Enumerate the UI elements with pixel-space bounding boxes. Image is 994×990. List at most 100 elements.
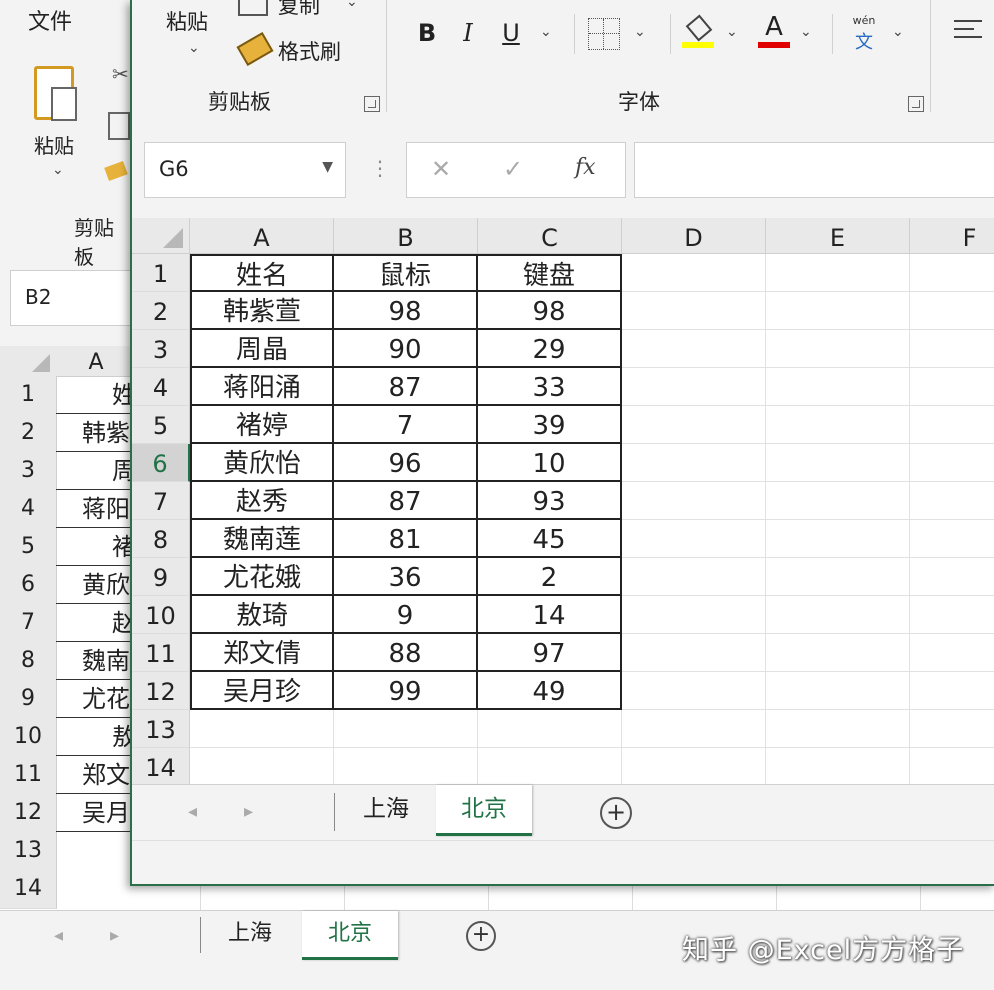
cell-b3[interactable]: 90: [334, 330, 478, 368]
column-header-a[interactable]: A: [190, 218, 334, 254]
cell-c2[interactable]: 98: [478, 292, 622, 330]
cell-a4[interactable]: 蒋阳: [56, 490, 136, 528]
cell-b2[interactable]: 98: [334, 292, 478, 330]
paste-icon[interactable]: [34, 66, 77, 121]
cell-e13[interactable]: [766, 710, 910, 748]
cell-f4[interactable]: [910, 368, 994, 406]
column-header-e[interactable]: E: [766, 218, 910, 254]
cell-b14[interactable]: [334, 748, 478, 786]
chevron-down-icon[interactable]: ⌄: [892, 24, 904, 40]
clipboard-launcher-icon[interactable]: [364, 96, 380, 112]
cell-a4[interactable]: 蒋阳涌: [190, 368, 334, 406]
cell-c4[interactable]: 33: [478, 368, 622, 406]
cell-a5[interactable]: 褚: [56, 528, 136, 566]
cell-e8[interactable]: [766, 520, 910, 558]
cell-c8[interactable]: 45: [478, 520, 622, 558]
cell-f8[interactable]: [910, 520, 994, 558]
cell-a11[interactable]: 郑文: [56, 756, 136, 794]
row-header-9[interactable]: 9: [0, 680, 57, 719]
cell-a12[interactable]: 吴月: [56, 794, 136, 832]
column-header-d[interactable]: D: [622, 218, 766, 254]
insert-function-icon[interactable]: fx: [575, 155, 596, 180]
cell-d11[interactable]: [622, 634, 766, 672]
row-header-14[interactable]: 14: [0, 870, 57, 909]
row-header-8[interactable]: 8: [132, 520, 190, 558]
cell-e1[interactable]: [766, 254, 910, 292]
cell-f3[interactable]: [910, 330, 994, 368]
cell-b11[interactable]: 88: [334, 634, 478, 672]
more-options-icon[interactable]: ⋮: [370, 156, 390, 180]
underline-button[interactable]: U: [498, 16, 524, 50]
file-tab[interactable]: 文件: [28, 4, 72, 36]
prev-sheet-icon[interactable]: ◂: [188, 801, 197, 822]
cell-d6[interactable]: [622, 444, 766, 482]
cell-c7[interactable]: 93: [478, 482, 622, 520]
row-header-13[interactable]: 13: [132, 710, 190, 748]
sheet-tab-beijing[interactable]: 北京: [436, 785, 532, 836]
format-painter-icon[interactable]: [236, 31, 274, 67]
cell-e7[interactable]: [766, 482, 910, 520]
add-sheet-icon[interactable]: +: [600, 797, 632, 829]
cell-c9[interactable]: 2: [478, 558, 622, 596]
chevron-down-icon[interactable]: ⌄: [634, 24, 646, 40]
cell-e9[interactable]: [766, 558, 910, 596]
cell-e12[interactable]: [766, 672, 910, 710]
cell-c12[interactable]: 49: [478, 672, 622, 710]
row-header-5[interactable]: 5: [0, 528, 57, 567]
row-header-9[interactable]: 9: [132, 558, 190, 596]
row-header-1[interactable]: 1: [132, 254, 190, 292]
cell-d9[interactable]: [622, 558, 766, 596]
chevron-down-icon[interactable]: ▼: [322, 159, 333, 175]
chevron-down-icon[interactable]: ⌄: [346, 0, 358, 10]
align-left-icon[interactable]: [954, 18, 982, 42]
formula-input[interactable]: [634, 142, 994, 198]
row-header-3[interactable]: 3: [0, 452, 57, 491]
cell-c3[interactable]: 29: [478, 330, 622, 368]
row-header-10[interactable]: 10: [0, 718, 57, 757]
cell-c10[interactable]: 14: [478, 596, 622, 634]
row-header-11[interactable]: 11: [132, 634, 190, 672]
cell-a6[interactable]: 黄欣: [56, 566, 136, 604]
cell-a10[interactable]: 敖琦: [190, 596, 334, 634]
row-header-6[interactable]: 6: [132, 444, 190, 482]
row-header-2[interactable]: 2: [0, 414, 57, 453]
border-icon[interactable]: [588, 18, 620, 50]
row-header-6[interactable]: 6: [0, 566, 57, 605]
font-color-icon[interactable]: A: [758, 12, 790, 52]
format-painter-icon[interactable]: [104, 161, 128, 181]
cell-d3[interactable]: [622, 330, 766, 368]
select-all-corner[interactable]: [0, 346, 57, 377]
column-header-c[interactable]: C: [478, 218, 622, 254]
cell-e4[interactable]: [766, 368, 910, 406]
cell-b9[interactable]: 36: [334, 558, 478, 596]
cell-f14[interactable]: [910, 748, 994, 786]
format-painter-button[interactable]: 格式刷: [278, 36, 341, 66]
cell-f5[interactable]: [910, 406, 994, 444]
cancel-icon[interactable]: ✕: [431, 155, 451, 183]
row-header-4[interactable]: 4: [132, 368, 190, 406]
background-name-box[interactable]: B2: [10, 270, 132, 326]
cell-a1[interactable]: 姓: [56, 376, 136, 414]
cell-e3[interactable]: [766, 330, 910, 368]
cell-e5[interactable]: [766, 406, 910, 444]
copy-icon[interactable]: [238, 0, 268, 16]
row-header-4[interactable]: 4: [0, 490, 57, 529]
cell-d14[interactable]: [622, 748, 766, 786]
cell-d10[interactable]: [622, 596, 766, 634]
sheet-tab-beijing[interactable]: 北京: [302, 911, 398, 960]
cell-a7[interactable]: 赵: [56, 604, 136, 642]
copy-button[interactable]: 复制: [278, 0, 320, 20]
cell-a2[interactable]: 韩紫萱: [190, 292, 334, 330]
cell-d1[interactable]: [622, 254, 766, 292]
add-sheet-icon[interactable]: +: [466, 921, 496, 951]
cell-c13[interactable]: [478, 710, 622, 748]
bold-button[interactable]: B: [414, 16, 440, 50]
cell-c6[interactable]: 10: [478, 444, 622, 482]
cell-d4[interactable]: [622, 368, 766, 406]
column-header-b[interactable]: B: [334, 218, 478, 254]
cell-a8[interactable]: 魏南莲: [190, 520, 334, 558]
row-header-1[interactable]: 1: [0, 376, 57, 415]
cell-f6[interactable]: [910, 444, 994, 482]
cell-b8[interactable]: 81: [334, 520, 478, 558]
cell-b7[interactable]: 87: [334, 482, 478, 520]
